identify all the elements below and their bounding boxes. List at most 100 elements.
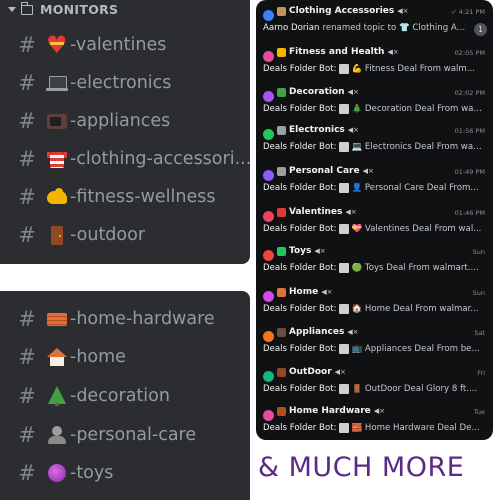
chat-time-text: Sun: [472, 248, 485, 256]
product-thumbnail: [339, 142, 350, 152]
chat-title-text: Personal Care: [289, 166, 360, 176]
muted-icon: ◀×: [345, 208, 357, 216]
chat-row[interactable]: Home Hardware ◀× Tue Deals Folder Bot: 🧱 Hom…: [256, 403, 493, 440]
chat-avatar: [263, 91, 274, 102]
chat-time-text: 02:02 PM: [454, 89, 485, 97]
chat-last-message: Deals Folder Bot: 🚪 OutDoor Deal Glory 8 …: [263, 384, 483, 394]
chat-time-text: 01:46 PM: [454, 209, 485, 217]
message-sender: Deals Folder Bot:: [263, 304, 337, 314]
hash-icon: #: [18, 423, 36, 447]
chat-title: Fitness and Health ◀×: [277, 47, 399, 57]
chat-avatar: [263, 291, 274, 302]
message-sender: Deals Folder Bot:: [263, 224, 337, 234]
chat-time: ✓ 4:21 PM: [451, 8, 485, 16]
chat-row[interactable]: Clothing Accessories ◀× ✓ 4:21 PM Aarno Dori…: [256, 3, 493, 43]
message-text: 💪 Fitness Deal From walm...: [351, 64, 475, 74]
channel-list-bottom: # -home-hardware # -home # -decoration #…: [0, 291, 250, 500]
chat-time: Sun: [473, 289, 485, 297]
chat-time-text: 01:56 PM: [454, 127, 485, 135]
chat-last-message: Deals Folder Bot: 🎄 Decoration Deal From …: [263, 104, 483, 114]
house-icon: [46, 347, 68, 367]
hash-icon: #: [18, 307, 36, 331]
message-text: 💝 Valentines Deal From wal...: [351, 224, 482, 234]
chat-row[interactable]: Personal Care ◀× 01:49 PM Deals Folder Bot:…: [256, 163, 493, 203]
category-emoji-icon: [277, 87, 286, 97]
chat-row[interactable]: Fitness and Health ◀× 02:05 PM Deals Folder…: [256, 44, 493, 84]
category-header-monitors[interactable]: MONITORS: [6, 1, 119, 17]
chat-time-text: Tue: [473, 408, 485, 416]
door-icon: [46, 225, 68, 245]
hash-icon: #: [18, 185, 36, 209]
chat-row[interactable]: Toys ◀× Sun Deals Folder Bot: 🟢 Toys Deal Fr…: [256, 243, 493, 283]
channel-personal-care[interactable]: # -personal-care: [18, 420, 196, 450]
chat-title-text: OutDoor: [289, 367, 332, 377]
chat-title-text: Home Hardware: [289, 406, 371, 416]
chat-title-text: Decoration: [289, 87, 345, 97]
channel-toys[interactable]: # -toys: [18, 458, 113, 488]
muted-icon: ◀×: [373, 407, 385, 415]
chat-row[interactable]: Decoration ◀× 02:02 PM Deals Folder Bot: 🎄 D…: [256, 84, 493, 124]
message-text: 🎄 Decoration Deal From walm...: [351, 104, 483, 114]
message-text: 🧱 Home Hardware Deal De...: [351, 423, 480, 433]
chat-time-text: Fri: [477, 369, 485, 377]
muted-icon: ◀×: [347, 88, 359, 96]
chat-row[interactable]: Electronics ◀× 01:56 PM Deals Folder Bot: 💻 …: [256, 122, 493, 162]
category-emoji-icon: [277, 406, 286, 416]
chat-row[interactable]: Home ◀× Sun Deals Folder Bot: 🏠 Home Deal Fr…: [256, 284, 493, 324]
channel-appliances[interactable]: # -appliances: [18, 106, 170, 136]
chat-avatar: [263, 10, 274, 21]
message-sender: Deals Folder Bot:: [263, 263, 337, 273]
chat-avatar: [263, 371, 274, 382]
chat-title: Personal Care ◀×: [277, 166, 374, 176]
message-sender: Deals Folder Bot:: [263, 344, 337, 354]
chat-title: OutDoor ◀×: [277, 367, 346, 377]
channel-name: -home: [70, 347, 126, 367]
category-title: MONITORS: [40, 2, 119, 17]
channel-home[interactable]: # -home: [18, 342, 126, 372]
channel-name: -personal-care: [70, 425, 197, 445]
category-emoji-icon: [277, 207, 286, 217]
unread-badge: 1: [474, 23, 487, 36]
chat-last-message: Deals Folder Bot: 💝 Valentines Deal From …: [263, 224, 483, 234]
chat-avatar: [263, 410, 274, 421]
message-sender: Deals Folder Bot:: [263, 104, 337, 114]
chat-time: Sun: [473, 248, 485, 256]
chat-avatar: [263, 170, 274, 181]
christmas-tree-icon: [46, 386, 68, 406]
chat-time: Fri: [477, 369, 485, 377]
muted-icon: ◀×: [314, 247, 326, 255]
chat-row[interactable]: OutDoor ◀× Fri Deals Folder Bot: 🚪 OutDoor D…: [256, 364, 493, 404]
channel-outdoor[interactable]: # -outdoor: [18, 220, 145, 250]
muscle-icon: [46, 187, 68, 207]
chat-title: Appliances ◀×: [277, 327, 359, 337]
message-sender: Deals Folder Bot:: [263, 384, 337, 394]
chat-row[interactable]: Valentines ◀× 01:46 PM Deals Folder Bot: 💝 V…: [256, 204, 493, 244]
product-thumbnail: [339, 384, 350, 394]
chat-last-message: Aarno Dorian renamed topic to 👕 Clothing …: [263, 23, 469, 33]
product-thumbnail: [339, 224, 350, 234]
chat-avatar: [263, 211, 274, 222]
chat-time-text: 02:05 PM: [454, 49, 485, 57]
chat-title: Electronics ◀×: [277, 125, 359, 135]
chat-title: Toys ◀×: [277, 246, 326, 256]
muted-icon: ◀×: [387, 48, 399, 56]
channel-name: -electronics: [70, 73, 172, 93]
channel-home-hardware[interactable]: # -home-hardware: [18, 304, 214, 334]
channel-valentines[interactable]: # -valentines: [18, 30, 166, 60]
message-sender: Deals Folder Bot:: [263, 64, 337, 74]
hash-icon: #: [18, 223, 36, 247]
chat-title-text: Appliances: [289, 327, 345, 337]
chat-row[interactable]: Appliances ◀× Sat Deals Folder Bot: 📺 Applia…: [256, 324, 493, 364]
channel-list-top: MONITORS # -valentines # -electronics # …: [0, 0, 250, 264]
channel-clothing-accessories[interactable]: # -clothing-accessori...: [18, 144, 250, 174]
chat-title: Home Hardware ◀×: [277, 406, 385, 416]
chevron-down-icon: [8, 7, 16, 12]
channel-electronics[interactable]: # -electronics: [18, 68, 171, 98]
channel-fitness-wellness[interactable]: # -fitness-wellness: [18, 182, 215, 212]
category-emoji-icon: [277, 327, 286, 337]
message-text: 🏠 Home Deal From walmar...: [351, 304, 479, 314]
product-thumbnail: [339, 344, 350, 354]
chat-time: 02:02 PM: [455, 89, 485, 97]
muted-icon: ◀×: [321, 288, 333, 296]
channel-decoration[interactable]: # -decoration: [18, 381, 170, 411]
